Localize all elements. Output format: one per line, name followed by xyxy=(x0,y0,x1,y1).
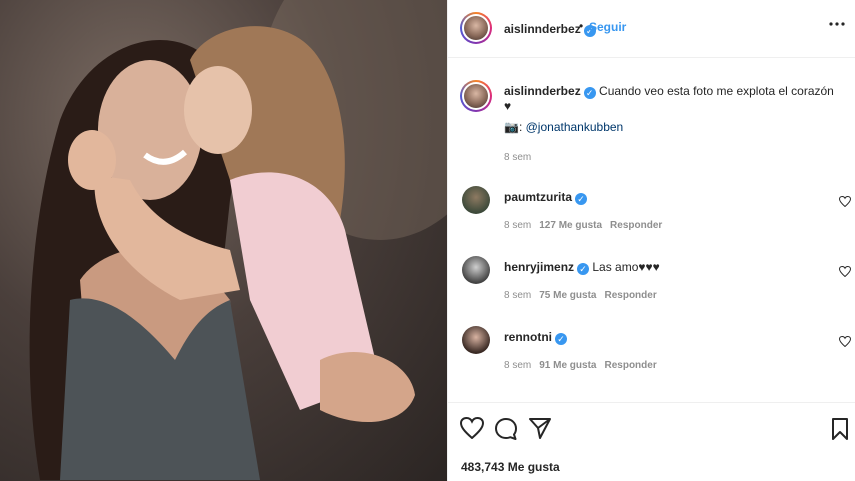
heart-icon[interactable] xyxy=(839,336,851,347)
comment-text-block: rennotni ✓ xyxy=(504,330,567,345)
reply-button[interactable]: Responder xyxy=(604,290,656,301)
comment-username[interactable]: henryjimenz xyxy=(504,260,574,274)
comment-text-block: henryjimenz ✓ Las amo♥♥♥ xyxy=(504,260,660,275)
comment-icon[interactable] xyxy=(494,417,518,441)
comment-time: 8 sem xyxy=(504,360,532,371)
more-icon[interactable] xyxy=(829,22,845,26)
heart-icon[interactable] xyxy=(839,266,851,277)
comment-likes[interactable]: 91 Me gusta xyxy=(539,360,596,371)
post-photo[interactable] xyxy=(0,0,447,481)
bookmark-icon[interactable] xyxy=(831,417,849,441)
likes-count[interactable]: 483,743 Me gusta xyxy=(461,460,560,474)
camera-credit-prefix: 📷: xyxy=(504,120,523,134)
heart-icon[interactable] xyxy=(839,196,851,207)
verified-icon: ✓ xyxy=(555,333,567,345)
comments-section[interactable]: aislinnderbez ✓ Cuando veo esta foto me e… xyxy=(448,58,855,400)
verified-icon: ✓ xyxy=(575,193,588,205)
follow-button[interactable]: Seguir xyxy=(589,20,626,34)
separator-dot: • xyxy=(579,19,584,33)
verified-icon: ✓ xyxy=(583,87,596,99)
verified-icon: ✓ xyxy=(577,263,590,275)
photo-illustration xyxy=(29,0,447,480)
caption-avatar[interactable] xyxy=(460,80,492,112)
comment-text-block: paumtzurita ✓ xyxy=(504,190,588,205)
comment-text: Las amo♥♥♥ xyxy=(592,260,660,274)
author-username[interactable]: aislinnderbez xyxy=(504,22,581,36)
post-sidebar: aislinnderbez ✓ • Seguir aislinnderbez ✓ C… xyxy=(447,0,855,481)
commenter-avatar[interactable] xyxy=(462,256,490,284)
comment-time: 8 sem xyxy=(504,220,532,231)
author-avatar[interactable] xyxy=(460,12,492,44)
reply-button[interactable]: Responder xyxy=(604,360,656,371)
reply-button[interactable]: Responder xyxy=(610,220,662,231)
action-bar: 483,743 Me gusta xyxy=(448,402,855,481)
post-header: aislinnderbez ✓ • Seguir xyxy=(448,0,855,58)
comment-likes[interactable]: 127 Me gusta xyxy=(539,220,602,231)
commenter-avatar[interactable] xyxy=(462,186,490,214)
comment-meta: 8 sem 127 Me gusta Responder xyxy=(504,220,662,231)
credit-mention-link[interactable]: @jonathankubben xyxy=(526,120,624,134)
comment-meta: 8 sem 91 Me gusta Responder xyxy=(504,360,657,371)
share-icon[interactable] xyxy=(528,417,552,439)
comment-username[interactable]: rennotni xyxy=(504,330,552,344)
caption-username[interactable]: aislinnderbez xyxy=(504,84,581,98)
comment-time: 8 sem xyxy=(504,290,532,301)
heart-icon[interactable] xyxy=(460,417,484,439)
comment-meta: 8 sem 75 Me gusta Responder xyxy=(504,290,657,301)
commenter-avatar[interactable] xyxy=(462,326,490,354)
caption-time: 8 sem xyxy=(504,152,532,163)
instagram-post: aislinnderbez ✓ • Seguir aislinnderbez ✓ C… xyxy=(0,0,855,481)
comment-likes[interactable]: 75 Me gusta xyxy=(539,290,596,301)
caption-credit: 📷: @jonathankubben xyxy=(504,120,623,134)
caption-text-block: aislinnderbez ✓ Cuando veo esta foto me e… xyxy=(504,84,844,113)
comment-username[interactable]: paumtzurita xyxy=(504,190,572,204)
